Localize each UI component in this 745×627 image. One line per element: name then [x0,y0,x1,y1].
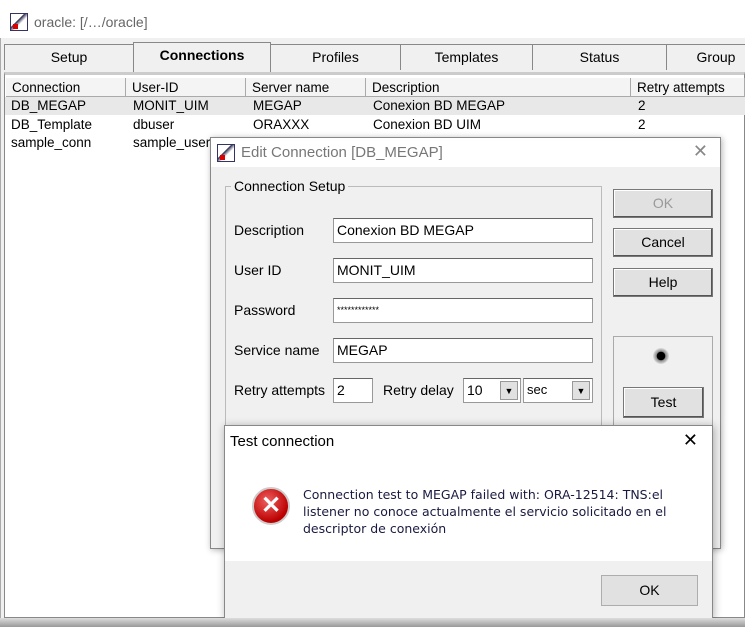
close-icon[interactable]: ✕ [693,141,708,162]
column-header-retry-attempts[interactable]: Retry attempts [631,78,745,97]
retry-delay-select[interactable]: 10 ▼ [463,378,521,403]
bottom-edge [0,618,745,627]
message-title: Test connection [230,433,335,450]
group-label: Connection Setup [231,178,349,194]
help-button[interactable]: Help [613,268,713,297]
chevron-down-icon[interactable]: ▼ [572,381,590,400]
close-icon[interactable]: ✕ [683,430,698,451]
tab-templates[interactable]: Templates [400,44,533,70]
column-header-server-name[interactable]: Server name [246,78,366,97]
tab-group[interactable]: Group [666,44,745,70]
table-row[interactable]: DB_Template dbuser ORAXXX Conexion BD UI… [5,116,745,134]
service-name-input[interactable]: MEGAP [333,338,593,363]
retry-delay-value: 10 [467,382,483,398]
app-icon [10,13,28,31]
tab-connections[interactable]: Connections [133,42,271,72]
cell: Conexion BD MEGAP [373,98,506,113]
cell: 2 [638,117,646,132]
cell: DB_MEGAP [11,98,87,113]
delay-unit-select[interactable]: sec ▼ [523,378,593,403]
user-id-label: User ID [234,262,282,278]
cell: dbuser [133,117,175,132]
service-name-label: Service name [234,342,320,358]
tab-status[interactable]: Status [532,44,667,70]
status-indicator-icon [653,348,669,364]
tab-setup[interactable]: Setup [4,44,134,70]
dialog-titlebar: Edit Connection [DB_MEGAP] [211,138,720,167]
password-input[interactable]: ************ [333,298,593,323]
cancel-button[interactable]: Cancel [613,228,713,257]
column-header-user-id[interactable]: User-ID [126,78,246,97]
password-label: Password [234,302,296,318]
window-titlebar: oracle: [/…/oracle] [0,6,745,38]
description-label: Description [234,222,305,238]
cell: 2 [638,98,646,113]
table-row[interactable]: DB_MEGAP MONIT_UIM MEGAP Conexion BD MEG… [5,97,745,115]
tab-profiles[interactable]: Profiles [270,44,401,70]
cell: Conexion BD UIM [373,117,482,132]
app-icon [217,143,235,162]
cell: MONIT_UIM [133,98,209,113]
error-icon: ✕ [252,487,290,525]
cell: sample_conn [11,135,92,150]
cell: ORAXXX [253,117,310,132]
cell: MEGAP [253,98,302,113]
description-input[interactable]: Conexion BD MEGAP [333,218,593,243]
ok-button[interactable]: OK [613,189,713,218]
dialog-title: Edit Connection [DB_MEGAP] [241,144,443,161]
message-ok-button[interactable]: OK [601,575,698,606]
window-title: oracle: [/…/oracle] [34,14,148,30]
chevron-down-icon[interactable]: ▼ [500,381,518,400]
delay-unit-value: sec [527,382,548,397]
test-connection-dialog: Test connection ✕ ✕ Connection test to M… [224,425,713,619]
column-header-connection[interactable]: Connection [6,78,126,97]
message-text: Connection test to MEGAP failed with: OR… [303,487,667,536]
user-id-input[interactable]: MONIT_UIM [333,258,593,283]
column-header-description[interactable]: Description [366,78,631,97]
test-button[interactable]: Test [623,387,704,418]
retry-delay-label: Retry delay [383,382,454,398]
cell: sample_user [133,135,211,150]
retry-attempts-input[interactable]: 2 [333,378,373,403]
retry-attempts-label: Retry attempts [234,382,326,398]
cell: DB_Template [11,117,93,132]
